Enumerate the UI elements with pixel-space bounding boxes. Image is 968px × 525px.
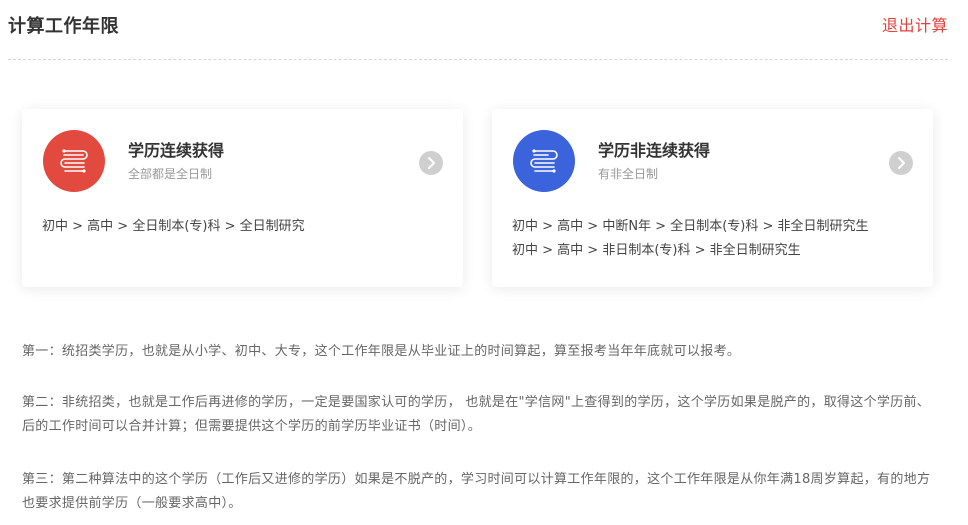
route-icon: [43, 130, 105, 192]
chevron-right-icon[interactable]: [889, 151, 913, 175]
education-path: 初中 > 高中 > 中断N年 > 全日制本(专)科 > 非全日制研究生: [512, 219, 869, 234]
card-subtitle: 全部都是全日制: [128, 167, 213, 181]
education-path: 初中 > 高中 > 非日制本(专)科 > 非全日制研究生: [512, 243, 801, 258]
page-header: 计算工作年限 退出计算: [8, 0, 948, 60]
education-path: 初中 > 高中 > 全日制本(专)科 > 全日制研究: [42, 219, 305, 234]
rule-paragraph-3: 第三：第二种算法中的这个学历（工作后又进修的学历）如果是不脱产的，学习时间可以计…: [22, 472, 931, 511]
card-title: 学历非连续获得: [598, 141, 711, 160]
continuous-education-card[interactable]: 学历连续获得 全部都是全日制 初中 > 高中 > 全日制本(专)科 > 全日制研…: [22, 109, 463, 287]
exit-calculation-link[interactable]: 退出计算: [882, 12, 948, 36]
card-title: 学历连续获得: [128, 141, 225, 160]
page-title: 计算工作年限: [8, 16, 119, 37]
card-subtitle: 有非全日制: [598, 167, 659, 181]
non-continuous-education-card[interactable]: 学历非连续获得 有非全日制 初中 > 高中 > 中断N年 > 全日制本(专)科 …: [492, 109, 933, 287]
rule-paragraph-1: 第一：统招类学历，也就是从小学、初中、大专，这个工作年限是从毕业证上的时间算起，…: [22, 344, 741, 359]
rule-paragraph-2: 第二：非统招类，也就是工作后再进修的学历，一定是要国家认可的学历， 也就是在"学…: [22, 395, 931, 434]
chevron-right-icon[interactable]: [419, 151, 443, 175]
route-icon: [513, 130, 575, 192]
